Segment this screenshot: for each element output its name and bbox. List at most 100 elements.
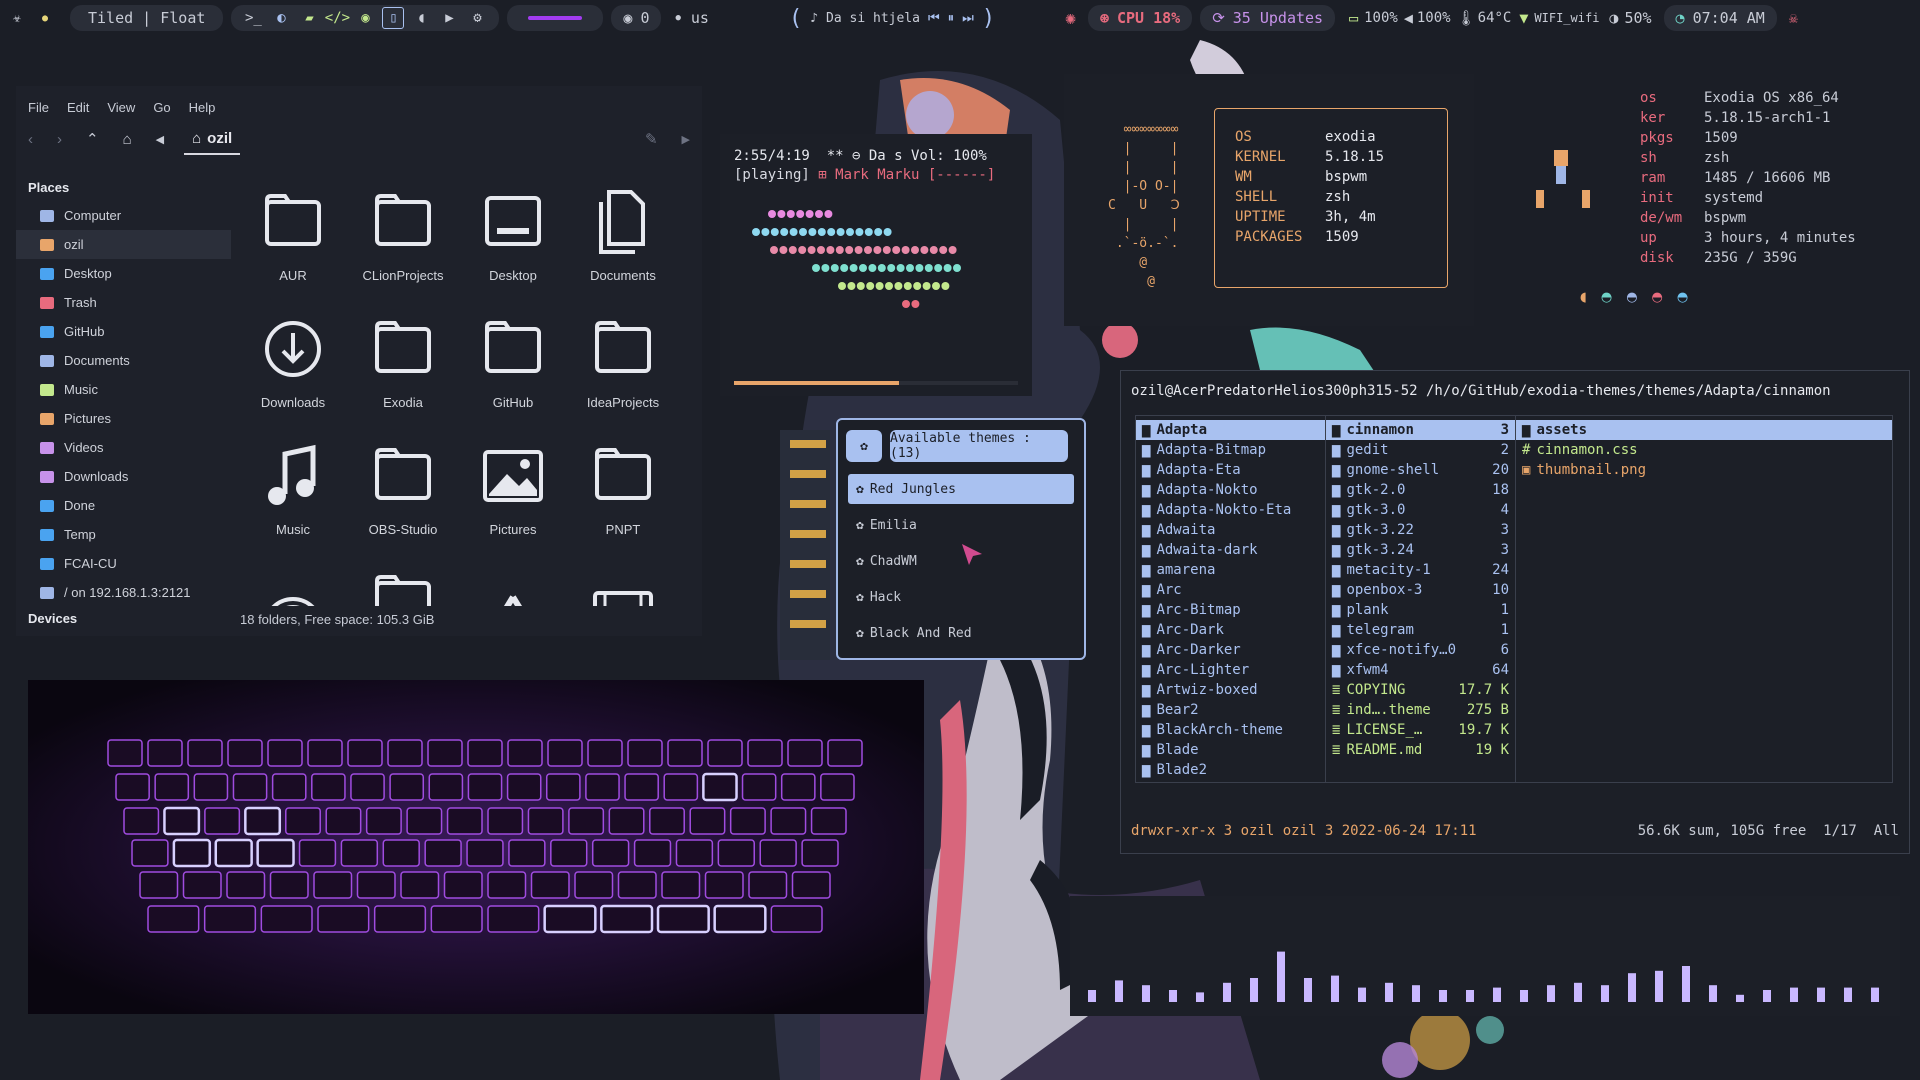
ranger-entry[interactable]: ▆ gtk-3.22 3 (1326, 520, 1515, 540)
menu-file[interactable]: File (28, 100, 49, 120)
file-item[interactable]: GitHub (458, 313, 568, 440)
breadcrumb[interactable]: ⌂ ozil (184, 124, 241, 155)
ranger-entry[interactable]: ▆ Arc-Bitmap (1136, 600, 1325, 620)
ranger-entry[interactable]: ▆ xfwm4 64 (1326, 660, 1515, 680)
ranger-entry[interactable]: ▆ Blade (1136, 740, 1325, 760)
sidebar-item[interactable]: Documents (16, 346, 231, 375)
ranger-entry[interactable]: ▆ xfce-notify…0 6 (1326, 640, 1515, 660)
ranger-entry[interactable]: ▆ amarena (1136, 560, 1325, 580)
pause-icon[interactable]: ⏸ (948, 11, 955, 26)
sidebar-item[interactable]: Temp (16, 520, 231, 549)
crumb-right-icon[interactable]: ▶ (682, 133, 690, 146)
file-item[interactable]: CLionProjects (348, 186, 458, 313)
prev-icon[interactable]: ⏮ (928, 11, 940, 26)
sidebar-item[interactable]: Pictures (16, 404, 231, 433)
ranger-entry[interactable]: ▆ metacity-1 24 (1326, 560, 1515, 580)
sidebar-item[interactable]: FCAI-CU (16, 549, 231, 578)
ranger-entry[interactable]: ▆ Arc-Lighter (1136, 660, 1325, 680)
wifi-label[interactable]: WIFI_wifi (1534, 11, 1599, 25)
terminal-icon[interactable]: >_ (242, 7, 264, 29)
clock-widget[interactable]: ◔ 07:04 AM (1663, 5, 1777, 31)
sidebar-item[interactable]: Desktop (16, 259, 231, 288)
file-item[interactable]: PNPT (568, 440, 678, 567)
settings-icon[interactable]: ⚙ (466, 7, 488, 29)
chat-icon[interactable]: ◖ (410, 7, 432, 29)
menu-go[interactable]: Go (153, 100, 170, 120)
ranger-entry[interactable]: ▆ Adapta-Nokto-Eta (1136, 500, 1325, 520)
theme-item[interactable]: ✿ Black And Red (848, 618, 1074, 648)
firefox-icon[interactable]: ◐ (270, 7, 292, 29)
file-item[interactable]: Music (238, 440, 348, 567)
sidebar-item[interactable]: Videos (16, 433, 231, 462)
ranger-entry[interactable]: ▆ Adwaita-dark (1136, 540, 1325, 560)
file-item[interactable] (238, 567, 348, 606)
theme-item[interactable]: ✿ Emilia (848, 510, 1074, 540)
menu-help[interactable]: Help (189, 100, 216, 120)
edit-path-icon[interactable]: ✎ (645, 130, 658, 148)
code-icon[interactable]: </> (325, 7, 350, 29)
ranger-entry[interactable]: ▆ Arc (1136, 580, 1325, 600)
ranger-entry[interactable]: ▆ Arc-Dark (1136, 620, 1325, 640)
sidebar-item[interactable]: Downloads (16, 462, 231, 491)
next-icon[interactable]: ⏭ (962, 11, 974, 26)
theme-item[interactable]: ✿ Hack (848, 582, 1074, 612)
ranger-entry[interactable]: ≣ README.md 19 K (1326, 740, 1515, 760)
vpn-icon[interactable]: ✺ (1065, 8, 1076, 29)
file-item[interactable] (348, 567, 458, 606)
menu-view[interactable]: View (107, 100, 135, 120)
youtube-icon[interactable]: ▶ (438, 7, 460, 29)
sidebar-item[interactable]: Computer (16, 201, 231, 230)
biohazard-icon[interactable]: ☣ (6, 7, 28, 29)
file-item[interactable]: OBS-Studio (348, 440, 458, 567)
file-item[interactable]: AUR (238, 186, 348, 313)
ranger-entry[interactable]: ▆ gtk-3.24 3 (1326, 540, 1515, 560)
updates-widget[interactable]: ⟳ 35 Updates (1200, 5, 1336, 31)
ranger-entry[interactable]: ▆ cinnamon 3 (1326, 420, 1515, 440)
ranger-entry[interactable]: # cinnamon.css (1516, 440, 1892, 460)
ranger-entry[interactable]: ▆ telegram 1 (1326, 620, 1515, 640)
home-icon[interactable]: ⌂ (123, 131, 132, 148)
folder-icon[interactable]: ▰ (298, 7, 320, 29)
ranger-entry[interactable]: ≣ LICENSE_… 19.7 K (1326, 720, 1515, 740)
ranger-entry[interactable]: ▆ Artwiz-boxed (1136, 680, 1325, 700)
ranger-entry[interactable]: ▆ Adapta-Eta (1136, 460, 1325, 480)
crumb-left-icon[interactable]: ◀ (156, 133, 164, 146)
keyboard-layout[interactable]: us (691, 9, 709, 27)
cpu-widget[interactable]: ⊛ CPU 18% (1087, 5, 1193, 31)
volume-label[interactable]: 100% (1417, 10, 1451, 26)
ranger-entry[interactable]: ▣ thumbnail.png (1516, 460, 1892, 480)
file-item[interactable] (568, 567, 678, 606)
file-item[interactable]: Desktop (458, 186, 568, 313)
sidebar-item[interactable]: Done (16, 491, 231, 520)
ranger-entry[interactable]: ▆ plank 1 (1326, 600, 1515, 620)
file-item[interactable] (458, 567, 568, 606)
menu-edit[interactable]: Edit (67, 100, 89, 120)
power-icon[interactable]: ☠ (1789, 9, 1798, 27)
ranger-entry[interactable]: ▆ Adwaita (1136, 520, 1325, 540)
theme-item[interactable]: ✿ Red Jungles (848, 474, 1074, 504)
ranger-entry[interactable]: ▆ gnome-shell 20 (1326, 460, 1515, 480)
file-item[interactable]: Exodia (348, 313, 458, 440)
file-item[interactable]: Documents (568, 186, 678, 313)
ranger-entry[interactable]: ▆ Blade2 (1136, 760, 1325, 780)
file-item[interactable]: IdeaProjects (568, 313, 678, 440)
github-icon[interactable]: ◉ (354, 7, 376, 29)
ranger-entry[interactable]: ▆ Bear2 (1136, 700, 1325, 720)
now-playing[interactable]: ( ♪ Da si htjela ⏮ ⏸ ⏭ ) (789, 6, 995, 31)
ranger-entry[interactable]: ▆ assets (1516, 420, 1892, 440)
app-icon[interactable]: ▯ (382, 7, 405, 29)
back-icon[interactable]: ‹ (28, 131, 33, 148)
file-item[interactable]: Pictures (458, 440, 568, 567)
battery-label[interactable]: 100% (1364, 10, 1398, 26)
file-item[interactable]: Downloads (238, 313, 348, 440)
layout-mode[interactable]: Tiled | Float (70, 5, 224, 31)
ranger-entry[interactable]: ▆ gtk-3.0 4 (1326, 500, 1515, 520)
ranger-entry[interactable]: ▆ Adapta (1136, 420, 1325, 440)
sidebar-item[interactable]: ozil (16, 230, 231, 259)
ranger-entry[interactable]: ▆ Adapta-Bitmap (1136, 440, 1325, 460)
forward-icon[interactable]: › (57, 131, 62, 148)
ranger-entry[interactable]: ≣ COPYING 17.7 K (1326, 680, 1515, 700)
sidebar-item[interactable]: Music (16, 375, 231, 404)
workspace-indicator[interactable] (507, 5, 604, 31)
sidebar-item[interactable]: / on 192.168.1.3:2121 (16, 578, 231, 607)
